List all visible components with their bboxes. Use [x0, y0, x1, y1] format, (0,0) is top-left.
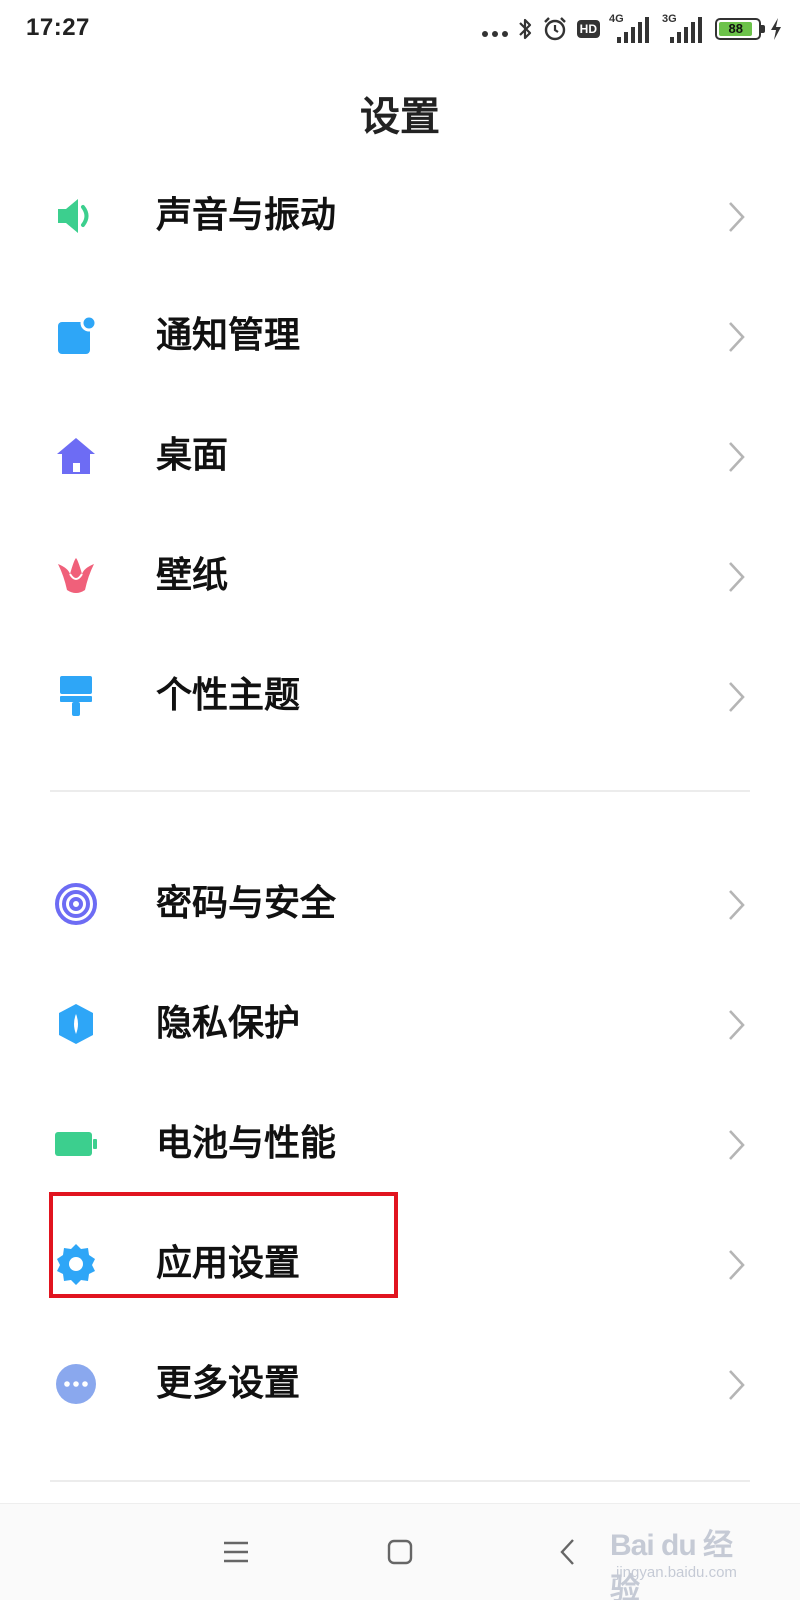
- chevron-right-icon: [726, 1248, 748, 1282]
- bluetooth-icon: [517, 16, 533, 42]
- watermark-url: jingyan.baidu.com: [616, 1564, 737, 1581]
- hd-icon: HD: [576, 20, 600, 38]
- notification-icon: [54, 314, 98, 358]
- chevron-right-icon: [726, 888, 748, 922]
- signal-3g-icon: 3G: [662, 13, 706, 43]
- tulip-icon: [54, 554, 98, 598]
- home-button[interactable]: [380, 1532, 420, 1572]
- settings-item-label: 隐私保护: [156, 1003, 301, 1044]
- charging-icon: [770, 18, 782, 40]
- chevron-right-icon: [726, 1008, 748, 1042]
- battery-level: 88: [728, 21, 743, 36]
- alarm-icon: [542, 16, 568, 42]
- chevron-right-icon: [726, 560, 748, 594]
- speaker-icon: [54, 194, 98, 238]
- settings-screen: 17:27 HD 4G 3G 88 设置 声音与振动 通知管理 桌面 壁纸 个性…: [0, 0, 800, 1600]
- signal-4g-icon: 4G: [609, 13, 653, 43]
- recent-apps-button[interactable]: [216, 1532, 256, 1572]
- baidu-jingyan-watermark: Bai du 经验 jingyan.baidu.com: [610, 1520, 760, 1600]
- watermark-text: Bai du 经验: [610, 1529, 733, 1600]
- settings-item-more-settings[interactable]: 更多设置: [0, 1326, 800, 1438]
- chevron-right-icon: [726, 680, 748, 714]
- battery-status-icon: 88: [715, 18, 765, 40]
- privacy-shield-icon: [54, 1002, 98, 1046]
- section-divider: [50, 1480, 750, 1482]
- more-dots-icon: [54, 1362, 98, 1406]
- status-icons: HD 4G 3G 88: [481, 12, 782, 46]
- chevron-right-icon: [726, 200, 748, 234]
- battery-icon: [54, 1122, 98, 1166]
- settings-item-desktop[interactable]: 桌面: [0, 398, 800, 510]
- chevron-right-icon: [726, 320, 748, 354]
- settings-item-password-security[interactable]: 密码与安全: [0, 846, 800, 958]
- highlight-box: [49, 1192, 398, 1298]
- paintbrush-icon: [54, 674, 98, 718]
- settings-item-notifications[interactable]: 通知管理: [0, 278, 800, 390]
- settings-item-wallpaper[interactable]: 壁纸: [0, 518, 800, 630]
- fingerprint-icon: [54, 882, 98, 926]
- settings-item-label: 桌面: [156, 435, 229, 476]
- settings-item-battery-performance[interactable]: 电池与性能: [0, 1086, 800, 1198]
- settings-item-label: 声音与振动: [156, 195, 337, 236]
- chevron-right-icon: [726, 1128, 748, 1162]
- status-bar: 17:27 HD 4G 3G 88: [0, 0, 800, 56]
- section-divider: [50, 790, 750, 792]
- settings-item-label: 通知管理: [156, 315, 301, 356]
- settings-item-label: 密码与安全: [156, 883, 337, 924]
- home-icon: [54, 434, 98, 478]
- chevron-right-icon: [726, 1368, 748, 1402]
- chevron-right-icon: [726, 440, 748, 474]
- settings-item-sound[interactable]: 声音与振动: [0, 158, 800, 270]
- more-notifications-icon: [481, 21, 508, 37]
- status-time: 17:27: [26, 14, 90, 41]
- settings-item-themes[interactable]: 个性主题: [0, 638, 800, 750]
- back-button[interactable]: [548, 1532, 588, 1572]
- settings-item-label: 个性主题: [156, 675, 301, 716]
- settings-item-label: 电池与性能: [156, 1123, 337, 1164]
- settings-item-label: 壁纸: [156, 555, 229, 596]
- page-title: 设置: [360, 94, 440, 140]
- settings-item-label: 更多设置: [156, 1363, 301, 1404]
- settings-item-privacy[interactable]: 隐私保护: [0, 966, 800, 1078]
